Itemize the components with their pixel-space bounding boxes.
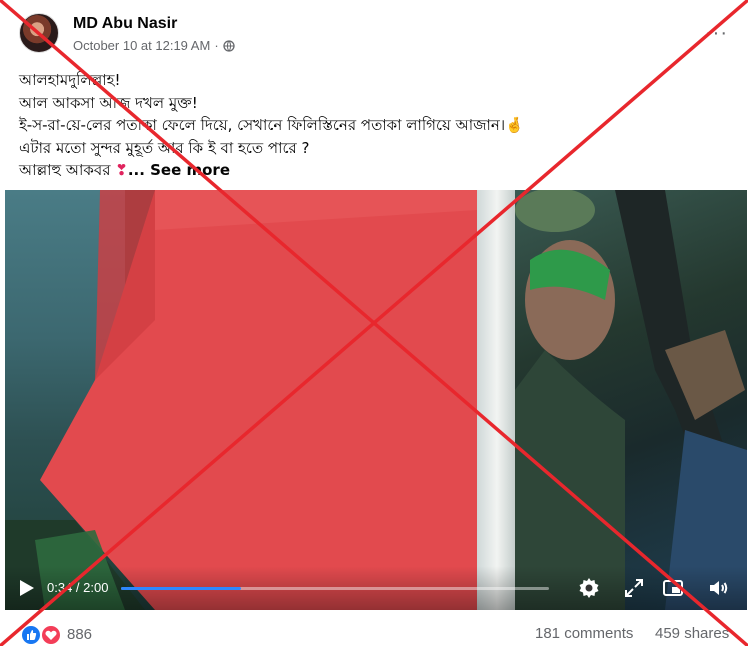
post-line-4: এটার মতো সুন্দর মুহূর্ত আর কি ই বা হতে প… [19, 138, 310, 157]
post-line-2: আল আকসা আজ দখল মুক্ত! [19, 93, 198, 112]
like-reaction-icon[interactable] [20, 624, 42, 646]
post-footer: 886 181 comments 459 shares [0, 615, 748, 646]
fullscreen-expand-icon[interactable] [622, 576, 646, 600]
comments-count[interactable]: 181 comments [535, 625, 633, 642]
see-more-link[interactable]: ... See more [128, 161, 230, 179]
pointing-emoji: 🤞 [505, 116, 524, 134]
video-time: 0:34 / 2:00 [47, 580, 109, 595]
globe-icon [223, 39, 235, 52]
video-progress-fill [121, 587, 241, 590]
shares-count[interactable]: 459 shares [655, 625, 729, 642]
reaction-count[interactable]: 886 [67, 626, 92, 643]
post-body: আলহামদুলিল্লাহ! আল আকসা আজ দখল মুক্ত! ই-… [19, 69, 719, 182]
post-meta: October 10 at 12:19 AM · [73, 38, 235, 53]
post-line-5-text: আল্লাহু আকবর [19, 161, 111, 179]
author-avatar[interactable] [19, 13, 59, 53]
post-timestamp[interactable]: October 10 at 12:19 AM [73, 38, 210, 53]
author-name[interactable]: MD Abu Nasir [73, 15, 177, 33]
picture-in-picture-icon[interactable] [661, 576, 685, 600]
video-player[interactable]: 0:34 / 2:00 [5, 190, 747, 610]
flag-pole [477, 190, 517, 610]
video-soldier [515, 190, 747, 610]
love-reaction-icon[interactable] [40, 624, 62, 646]
more-options-icon[interactable]: ··· [705, 22, 728, 45]
post-line-1: আলহামদুলিল্লাহ! [19, 71, 121, 89]
post-line-3: ই-স-রা-য়ে-লের পতাকা ফেলে দিয়ে, সেখানে … [19, 114, 719, 137]
settings-gear-icon[interactable] [577, 576, 601, 600]
post-line-3-text: ই-স-রা-য়ে-লের পতাকা ফেলে দিয়ে, সেখানে … [19, 116, 506, 134]
meta-separator: · [214, 38, 219, 53]
volume-icon[interactable] [707, 576, 731, 600]
heart-emoji: ❣ [115, 161, 128, 179]
post-line-5: আল্লাহু আকবর ❣... See more [19, 159, 719, 182]
video-controls: 0:34 / 2:00 [5, 566, 747, 610]
post-header: MD Abu Nasir October 10 at 12:19 AM · ··… [0, 0, 748, 62]
video-progress-bar[interactable] [121, 587, 549, 590]
play-icon[interactable] [19, 579, 35, 597]
